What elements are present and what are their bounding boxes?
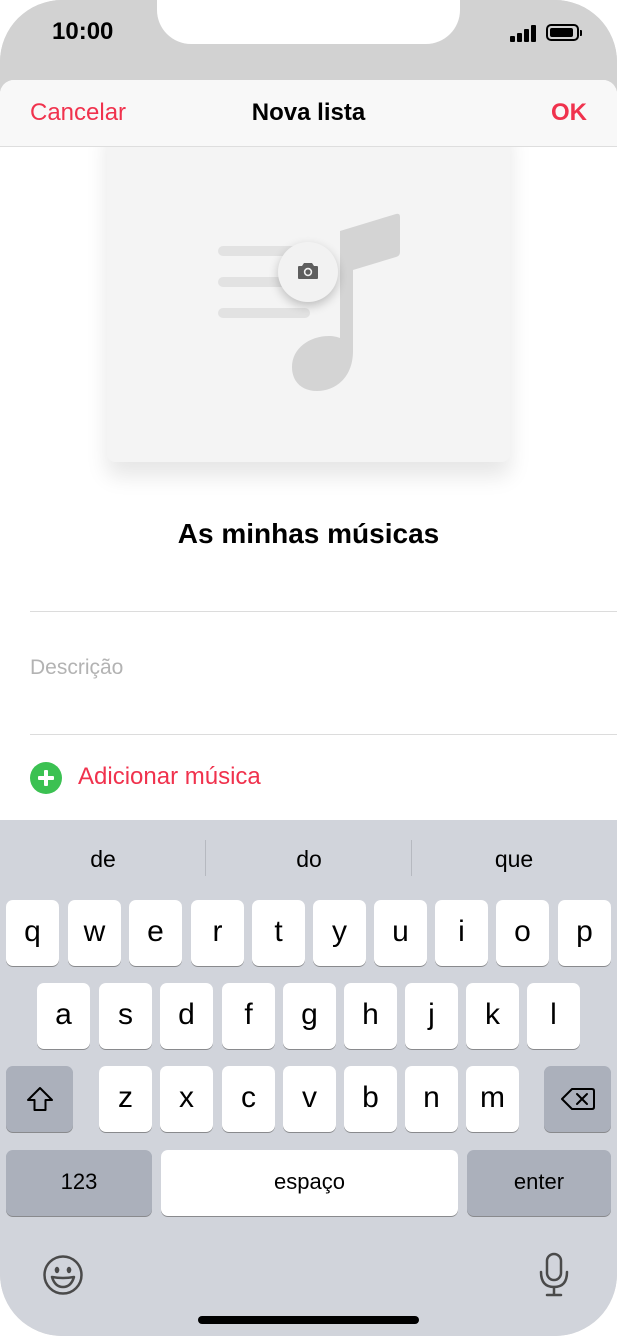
key-v[interactable]: v (283, 1066, 336, 1132)
microphone-icon[interactable] (538, 1252, 570, 1298)
description-field[interactable]: Descrição (30, 656, 123, 680)
key-u[interactable]: u (374, 900, 427, 966)
keyboard: de do que q w e r t y u i o p a s d f g … (0, 820, 617, 1336)
key-r[interactable]: r (191, 900, 244, 966)
notch (157, 0, 460, 44)
home-indicator[interactable] (198, 1316, 419, 1324)
choose-photo-button[interactable] (278, 242, 338, 302)
key-e[interactable]: e (129, 900, 182, 966)
emoji-icon[interactable] (42, 1254, 84, 1296)
key-k[interactable]: k (466, 983, 519, 1049)
key-c[interactable]: c (222, 1066, 275, 1132)
key-n[interactable]: n (405, 1066, 458, 1132)
page-title: Nova lista (251, 99, 366, 126)
cellular-signal-icon (510, 24, 538, 42)
status-bar: 10:00 (0, 0, 617, 80)
numbers-key[interactable]: 123 (6, 1150, 152, 1216)
camera-icon (298, 263, 318, 279)
delete-key[interactable] (544, 1066, 611, 1132)
add-music-label: Adicionar música (78, 763, 261, 790)
suggestion-item[interactable]: de (0, 846, 206, 873)
divider (30, 611, 617, 612)
suggestion-item[interactable]: que (411, 846, 617, 873)
key-w[interactable]: w (68, 900, 121, 966)
key-y[interactable]: y (313, 900, 366, 966)
suggestion-bar: de do que (0, 820, 617, 896)
phone-screen: 10:00 Cancelar Nova lista OK As minhas m… (0, 0, 617, 1336)
navigation-bar: Cancelar Nova lista OK (0, 80, 617, 147)
key-g[interactable]: g (283, 983, 336, 1049)
key-b[interactable]: b (344, 1066, 397, 1132)
key-l[interactable]: l (527, 983, 580, 1049)
playlist-name-field[interactable]: As minhas músicas (0, 518, 617, 550)
key-x[interactable]: x (160, 1066, 213, 1132)
space-key[interactable]: espaço (161, 1150, 458, 1216)
suggestion-item[interactable]: do (206, 846, 412, 873)
key-o[interactable]: o (496, 900, 549, 966)
status-time: 10:00 (52, 18, 114, 45)
key-m[interactable]: m (466, 1066, 519, 1132)
key-q[interactable]: q (6, 900, 59, 966)
key-t[interactable]: t (252, 900, 305, 966)
key-s[interactable]: s (99, 983, 152, 1049)
new-playlist-sheet: Cancelar Nova lista OK As minhas músicas… (0, 80, 617, 820)
ok-button[interactable]: OK (551, 99, 587, 127)
key-d[interactable]: d (160, 983, 213, 1049)
key-j[interactable]: j (405, 983, 458, 1049)
playlist-artwork[interactable] (107, 120, 510, 462)
key-f[interactable]: f (222, 983, 275, 1049)
delete-icon (560, 1088, 595, 1110)
key-i[interactable]: i (435, 900, 488, 966)
battery-icon (546, 24, 582, 41)
divider (30, 734, 617, 735)
shift-key[interactable] (6, 1066, 73, 1132)
key-p[interactable]: p (558, 900, 611, 966)
enter-key[interactable]: enter (467, 1150, 611, 1216)
key-a[interactable]: a (37, 983, 90, 1049)
key-z[interactable]: z (99, 1066, 152, 1132)
shift-icon (26, 1087, 53, 1111)
add-icon (30, 762, 62, 794)
key-h[interactable]: h (344, 983, 397, 1049)
